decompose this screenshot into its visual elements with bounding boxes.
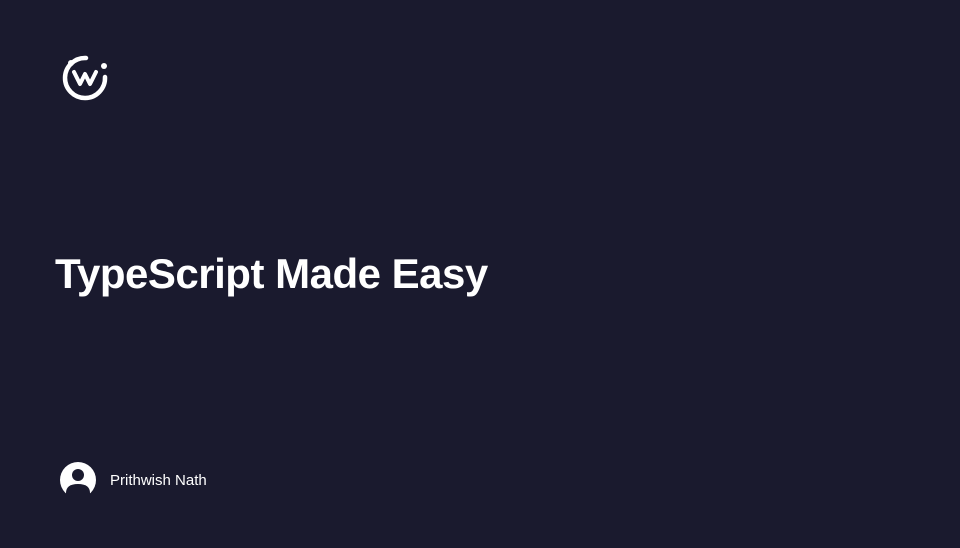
logo-icon	[60, 52, 110, 102]
author-name: Prithwish Nath	[110, 472, 207, 489]
avatar-icon	[60, 462, 96, 498]
brand-logo	[60, 52, 110, 102]
author-section: Prithwish Nath	[60, 462, 207, 498]
page-title: TypeScript Made Easy	[55, 250, 488, 298]
